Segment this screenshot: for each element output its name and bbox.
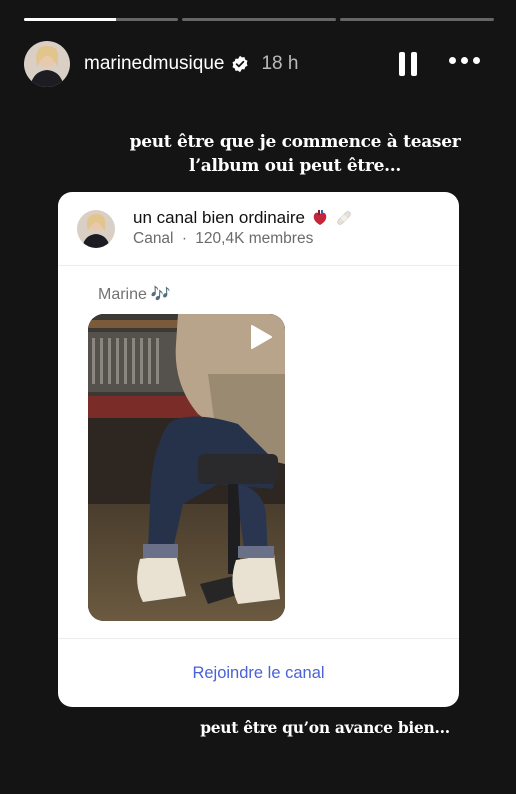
message-sender: Marine 🎶 — [98, 284, 171, 304]
musical-notes-icon: 🎶 — [150, 286, 171, 303]
post-time: 18 h — [261, 53, 299, 74]
profile-avatar[interactable] — [24, 41, 70, 87]
member-count: 120,4K membres — [195, 230, 314, 247]
verified-badge-icon — [231, 55, 249, 73]
join-channel-button[interactable]: Rejoindre le canal — [192, 664, 324, 683]
channel-card[interactable]: un canal bien ordinaire Canal · 120,4K m… — [58, 192, 459, 707]
sender-name: Marine — [98, 286, 147, 303]
channel-meta: Canal · 120,4K membres — [133, 230, 313, 248]
play-icon[interactable] — [247, 324, 273, 350]
progress-segment-1 — [24, 18, 178, 21]
caption-top: peut être que je commence à teaser l’alb… — [129, 132, 461, 176]
progress-segment-2 — [182, 18, 336, 21]
caption-bottom: peut être qu’on avance bien... — [200, 718, 450, 737]
channel-title: un canal bien ordinaire — [133, 208, 353, 228]
video-thumbnail[interactable] — [88, 314, 285, 621]
more-options-icon[interactable] — [449, 57, 480, 64]
pause-icon[interactable] — [397, 52, 419, 76]
channel-card-header: un canal bien ordinaire Canal · 120,4K m… — [58, 192, 459, 266]
progress-segment-3 — [340, 18, 494, 21]
story-header: marinedmusique 18 h — [24, 40, 494, 88]
meta-separator: · — [181, 230, 187, 247]
channel-name: un canal bien ordinaire — [133, 208, 306, 227]
story-progress — [24, 18, 494, 21]
channel-type: Canal — [133, 230, 174, 247]
channel-avatar — [77, 210, 115, 248]
username[interactable]: marinedmusique — [84, 53, 224, 75]
bandage-icon — [335, 209, 353, 227]
anatomical-heart-icon — [311, 209, 329, 227]
channel-card-footer: Rejoindre le canal — [58, 638, 459, 707]
